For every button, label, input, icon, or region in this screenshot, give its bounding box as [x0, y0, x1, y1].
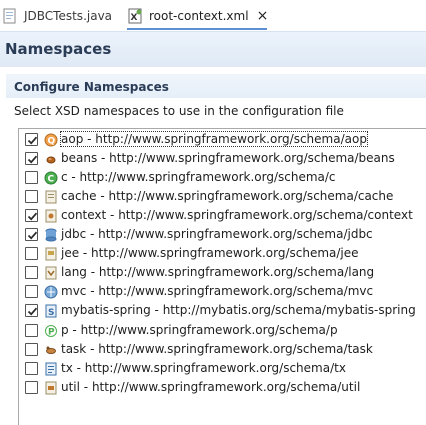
- tab-jdbctests-java[interactable]: JDBCTests.java: [2, 5, 126, 27]
- task-icon: [43, 342, 59, 358]
- beans-icon: [43, 151, 59, 167]
- tab-label: root-context.xml: [149, 9, 249, 23]
- tab-root-context-xml[interactable]: X root-context.xml ×: [127, 5, 269, 30]
- namespace-label: aop - http://www.springframework.org/sch…: [60, 131, 368, 147]
- namespace-row[interactable]: task - http://www.springframework.org/sc…: [19, 340, 419, 359]
- namespace-row[interactable]: tx - http://www.springframework.org/sche…: [19, 359, 419, 378]
- namespace-row[interactable]: Pp - http://www.springframework.org/sche…: [19, 321, 419, 340]
- namespace-label: context - http://www.springframework.org…: [61, 208, 413, 223]
- namespace-checkbox[interactable]: [25, 266, 38, 280]
- namespace-label: mybatis-spring - http://mybatis.org/sche…: [61, 303, 416, 318]
- namespace-row[interactable]: context - http://www.springframework.org…: [19, 206, 419, 225]
- namespace-row[interactable]: jdbc - http://www.springframework.org/sc…: [19, 225, 419, 244]
- namespace-label: tx - http://www.springframework.org/sche…: [61, 360, 346, 375]
- section-description: Select XSD namespaces to use in the conf…: [14, 104, 344, 118]
- namespace-label: jdbc - http://www.springframework.org/sc…: [61, 227, 373, 242]
- namespace-label: cache - http://www.springframework.org/s…: [61, 189, 394, 204]
- svg-text:Q: Q: [48, 137, 56, 147]
- jee-icon: [43, 246, 59, 262]
- java-file-icon: [2, 8, 18, 24]
- cache-icon: [43, 189, 59, 205]
- namespace-checkbox[interactable]: [25, 323, 38, 337]
- namespace-checkbox[interactable]: [25, 190, 38, 204]
- namespace-checkbox[interactable]: [25, 342, 38, 356]
- p-namespace-icon: P: [43, 323, 59, 339]
- namespace-checkbox[interactable]: [25, 171, 38, 185]
- namespace-row[interactable]: util - http://www.springframework.org/sc…: [19, 378, 419, 397]
- svg-text:P: P: [48, 327, 55, 337]
- tx-icon: [43, 361, 59, 377]
- namespace-checkbox[interactable]: [25, 304, 38, 318]
- namespace-label: jee - http://www.springframework.org/sch…: [61, 246, 359, 261]
- util-icon: [43, 380, 59, 396]
- namespace-row[interactable]: lang - http://www.springframework.org/sc…: [19, 263, 419, 282]
- namespace-label: lang - http://www.springframework.org/sc…: [61, 265, 375, 280]
- namespace-row[interactable]: beans - http://www.springframework.org/s…: [19, 149, 419, 168]
- aop-icon: Q: [43, 132, 59, 148]
- namespace-list[interactable]: Qaop - http://www.springframework.org/sc…: [18, 128, 426, 425]
- namespace-label: c - http://www.springframework.org/schem…: [61, 170, 336, 185]
- namespace-label: util - http://www.springframework.org/sc…: [61, 379, 361, 394]
- namespace-checkbox[interactable]: [25, 209, 38, 223]
- mybatis-icon: S: [43, 303, 59, 319]
- namespace-row[interactable]: Smybatis-spring - http://mybatis.org/sch…: [19, 301, 419, 320]
- svg-text:S: S: [48, 308, 54, 318]
- namespace-row[interactable]: Qaop - http://www.springframework.org/sc…: [19, 130, 419, 149]
- namespace-checkbox[interactable]: [25, 133, 38, 146]
- lang-icon: [43, 265, 59, 281]
- page-header: Namespaces: [0, 31, 426, 67]
- xml-file-icon: X: [127, 8, 143, 24]
- page-title: Namespaces: [5, 40, 112, 58]
- mvc-icon: [43, 284, 59, 300]
- c-namespace-icon: C: [43, 170, 59, 186]
- svg-text:C: C: [48, 175, 55, 185]
- jdbc-icon: [43, 227, 59, 243]
- namespace-row[interactable]: mvc - http://www.springframework.org/sch…: [19, 282, 419, 301]
- close-icon[interactable]: ×: [257, 9, 269, 23]
- namespace-checkbox[interactable]: [25, 152, 38, 166]
- namespace-checkbox[interactable]: [25, 247, 38, 261]
- namespace-label: p - http://www.springframework.org/schem…: [61, 322, 338, 337]
- tab-label: JDBCTests.java: [24, 9, 113, 23]
- namespace-row[interactable]: jee - http://www.springframework.org/sch…: [19, 244, 419, 263]
- context-icon: [43, 208, 59, 224]
- svg-text:X: X: [131, 13, 138, 23]
- namespace-label: mvc - http://www.springframework.org/sch…: [61, 284, 374, 299]
- section-header: Configure Namespaces: [6, 74, 426, 98]
- namespace-row[interactable]: Cc - http://www.springframework.org/sche…: [19, 168, 419, 187]
- namespace-checkbox[interactable]: [25, 228, 38, 242]
- section-title: Configure Namespaces: [14, 80, 169, 94]
- editor-tab-bar: JDBCTests.java X root-context.xml ×: [0, 0, 426, 31]
- namespace-checkbox[interactable]: [25, 380, 38, 394]
- namespace-label: task - http://www.springframework.org/sc…: [61, 341, 373, 356]
- namespace-checkbox[interactable]: [25, 361, 38, 375]
- namespace-label: beans - http://www.springframework.org/s…: [61, 151, 395, 166]
- namespace-row[interactable]: cache - http://www.springframework.org/s…: [19, 187, 419, 206]
- namespace-checkbox[interactable]: [25, 285, 38, 299]
